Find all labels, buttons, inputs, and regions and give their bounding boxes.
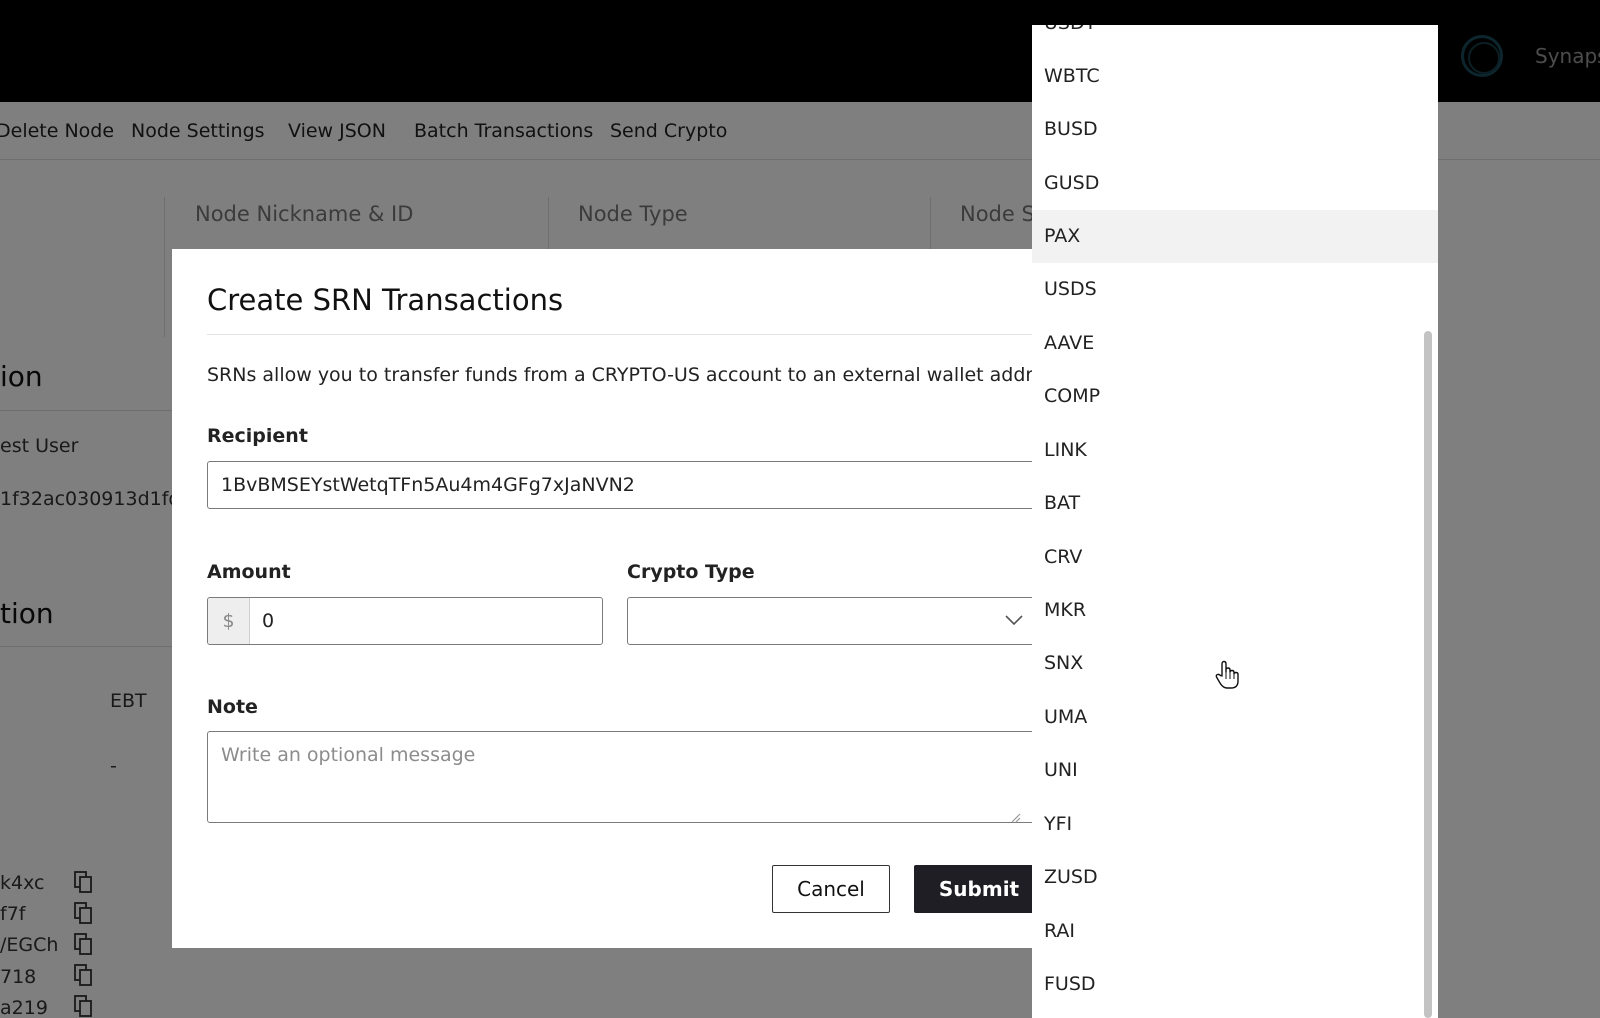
recipient-label: Recipient xyxy=(207,425,308,447)
dropdown-option[interactable]: UNI xyxy=(1032,744,1438,797)
resize-handle-icon[interactable] xyxy=(1009,808,1021,823)
currency-prefix: $ xyxy=(208,598,250,644)
recipient-value: 1BvBMSEYstWetqTFn5Au4m4GFg7xJaNVN2 xyxy=(221,474,635,496)
note-placeholder: Write an optional message xyxy=(221,744,476,766)
dropdown-option-hovered[interactable]: PAX xyxy=(1032,210,1438,263)
dropdown-option[interactable]: BUSD xyxy=(1032,103,1438,156)
dropdown-scrollbar[interactable] xyxy=(1424,331,1432,1018)
dropdown-option[interactable]: ZUSD xyxy=(1032,851,1438,904)
crypto-type-dropdown[interactable]: USDT WBTC BUSD GUSD PAX USDS AAVE COMP L… xyxy=(1032,25,1438,1018)
amount-label: Amount xyxy=(207,561,291,583)
amount-value: 0 xyxy=(262,610,275,632)
note-label: Note xyxy=(207,696,258,718)
dropdown-option[interactable]: COMP xyxy=(1032,370,1438,423)
chevron-down-icon xyxy=(1004,612,1024,626)
dropdown-option[interactable]: UMA xyxy=(1032,691,1438,744)
hand-cursor-icon xyxy=(1214,660,1240,690)
dropdown-option[interactable]: FUSD xyxy=(1032,958,1438,1011)
dropdown-option[interactable]: WBTC xyxy=(1032,50,1438,103)
crypto-type-label: Crypto Type xyxy=(627,561,755,583)
modal-title: Create SRN Transactions xyxy=(207,283,564,317)
modal-description: SRNs allow you to transfer funds from a … xyxy=(207,364,1071,386)
cancel-button[interactable]: Cancel xyxy=(772,865,890,913)
dropdown-option[interactable]: CRV xyxy=(1032,531,1438,584)
dropdown-option[interactable]: GUSD xyxy=(1032,157,1438,210)
amount-input[interactable]: $ 0 xyxy=(207,597,603,645)
submit-button[interactable]: Submit xyxy=(914,865,1044,913)
dropdown-option[interactable]: BAT xyxy=(1032,477,1438,530)
dropdown-option-usdt[interactable]: USDT xyxy=(1032,25,1438,50)
dropdown-option[interactable]: AAVE xyxy=(1032,317,1438,370)
dropdown-option[interactable]: LINK xyxy=(1032,424,1438,477)
dropdown-option[interactable]: YFI xyxy=(1032,798,1438,851)
dropdown-option[interactable]: MKR xyxy=(1032,584,1438,637)
dropdown-option[interactable]: RAI xyxy=(1032,905,1438,958)
dropdown-option[interactable]: USDS xyxy=(1032,263,1438,316)
